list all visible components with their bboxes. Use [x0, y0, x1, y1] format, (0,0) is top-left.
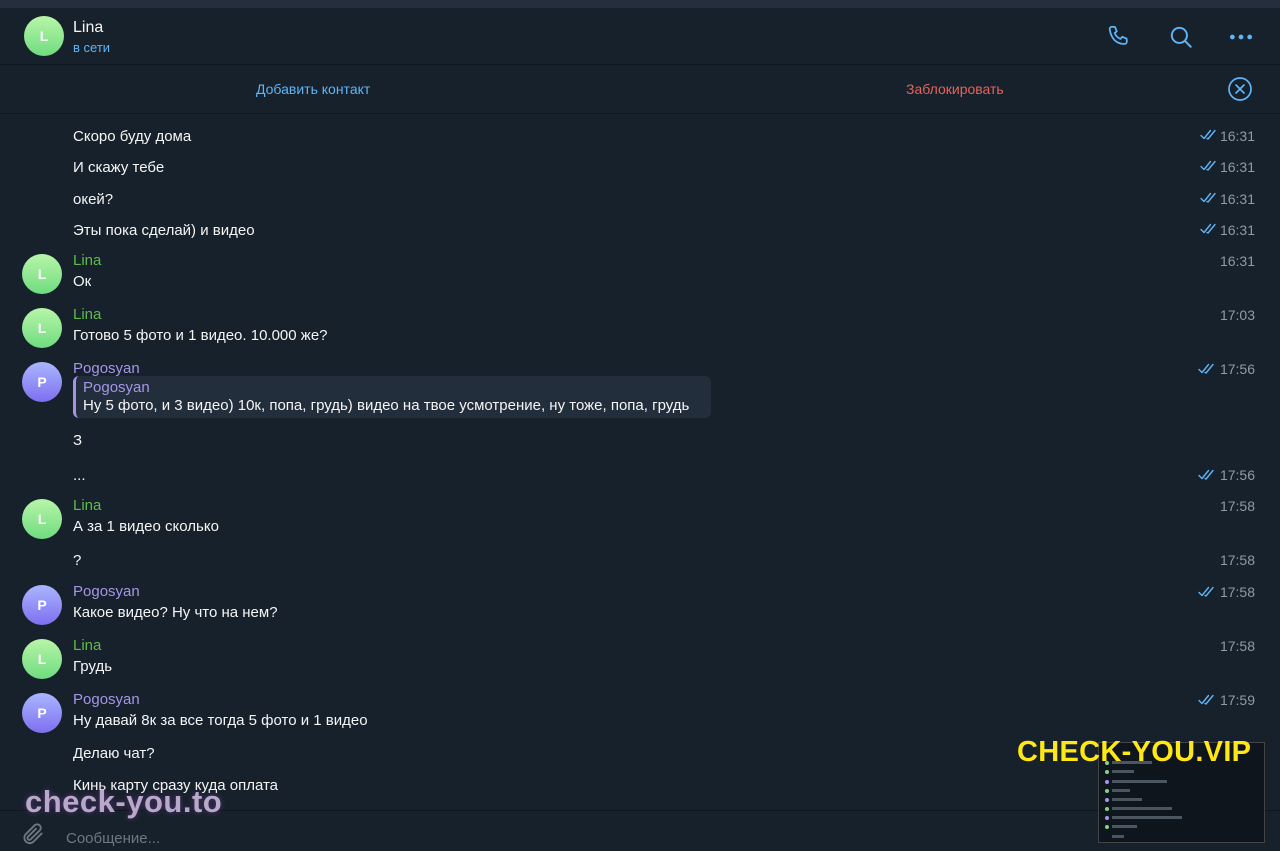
message-text: Ну давай 8к за все тогда 5 фото и 1 виде…: [73, 712, 368, 729]
message-time: 16:31: [1219, 128, 1255, 144]
more-icon[interactable]: [1228, 24, 1254, 50]
watermark-right: CHECK-YOU.VIP: [1017, 736, 1252, 768]
action-bar: Добавить контакт Заблокировать: [0, 65, 1280, 114]
message-time: 16:31: [1219, 253, 1255, 269]
message-time: 16:31: [1219, 159, 1255, 175]
message-author[interactable]: Lina: [73, 497, 101, 514]
contact-status: в сети: [73, 40, 111, 55]
avatar[interactable]: P: [22, 693, 62, 733]
message-time: 17:58: [1219, 638, 1255, 654]
block-button[interactable]: Заблокировать: [906, 81, 1004, 97]
message-input[interactable]: [66, 827, 966, 849]
avatar[interactable]: L: [22, 254, 62, 294]
avatar[interactable]: P: [22, 362, 62, 402]
message-text: Ок: [73, 273, 92, 290]
message-time: 17:58: [1219, 584, 1255, 600]
message-text: окей?: [73, 191, 114, 208]
message-time: 17:59: [1219, 692, 1255, 708]
avatar[interactable]: L: [22, 308, 62, 348]
avatar[interactable]: P: [22, 585, 62, 625]
message-text: Готово 5 фото и 1 видео. 10.000 же?: [73, 327, 328, 344]
message-text: Грудь: [73, 658, 113, 675]
search-icon[interactable]: [1168, 24, 1194, 50]
message-list[interactable]: Скоро буду дома 16:31 И скажу тебе 16:31…: [0, 114, 1280, 810]
message-time: 16:31: [1219, 222, 1255, 238]
read-checkmark-icon: [1198, 469, 1214, 480]
reply-quote[interactable]: Pogosyan Ну 5 фото, и 3 видео) 10к, попа…: [73, 376, 711, 418]
read-checkmark-icon: [1200, 129, 1216, 140]
read-checkmark-icon: [1198, 586, 1214, 597]
contact-name[interactable]: Lina: [73, 19, 103, 37]
reply-author: Pogosyan: [83, 379, 150, 396]
message-time: 17:58: [1219, 552, 1255, 568]
message-author[interactable]: Pogosyan: [73, 583, 140, 600]
paperclip-icon[interactable]: [20, 821, 46, 847]
watermark-left: check-you.to: [25, 784, 223, 819]
chat-header: L Lina в сети: [0, 8, 1280, 65]
read-checkmark-icon: [1198, 363, 1214, 374]
message-time: 16:31: [1219, 191, 1255, 207]
read-checkmark-icon: [1200, 223, 1216, 234]
message-time: 17:56: [1219, 361, 1255, 377]
message-author[interactable]: Lina: [73, 252, 101, 269]
read-checkmark-icon: [1200, 160, 1216, 171]
message-author[interactable]: Pogosyan: [73, 360, 140, 377]
phone-icon[interactable]: [1105, 24, 1131, 50]
message-text: З: [73, 432, 83, 449]
reply-text: Ну 5 фото, и 3 видео) 10к, попа, грудь) …: [83, 397, 690, 414]
message-time: 17:03: [1219, 307, 1255, 323]
message-text: ...: [73, 467, 86, 484]
avatar[interactable]: L: [24, 16, 64, 56]
message-text: Скоро буду дома: [73, 128, 192, 145]
message-text: Эты пока сделай) и видео: [73, 222, 255, 239]
read-checkmark-icon: [1198, 694, 1214, 705]
message-text: Делаю чат?: [73, 745, 155, 762]
message-author[interactable]: Pogosyan: [73, 691, 140, 708]
message-text: Какое видео? Ну что на нем?: [73, 604, 278, 621]
message-author[interactable]: Lina: [73, 306, 101, 323]
message-time: 17:56: [1219, 467, 1255, 483]
message-text: ?: [73, 552, 82, 569]
avatar[interactable]: L: [22, 639, 62, 679]
avatar[interactable]: L: [22, 499, 62, 539]
window-top-strip: [0, 0, 1280, 8]
add-contact-button[interactable]: Добавить контакт: [256, 81, 370, 97]
close-circle-icon[interactable]: [1227, 76, 1253, 102]
message-text: И скажу тебе: [73, 159, 165, 176]
message-text: А за 1 видео сколько: [73, 518, 219, 535]
message-time: 17:58: [1219, 498, 1255, 514]
message-author[interactable]: Lina: [73, 637, 101, 654]
read-checkmark-icon: [1200, 192, 1216, 203]
